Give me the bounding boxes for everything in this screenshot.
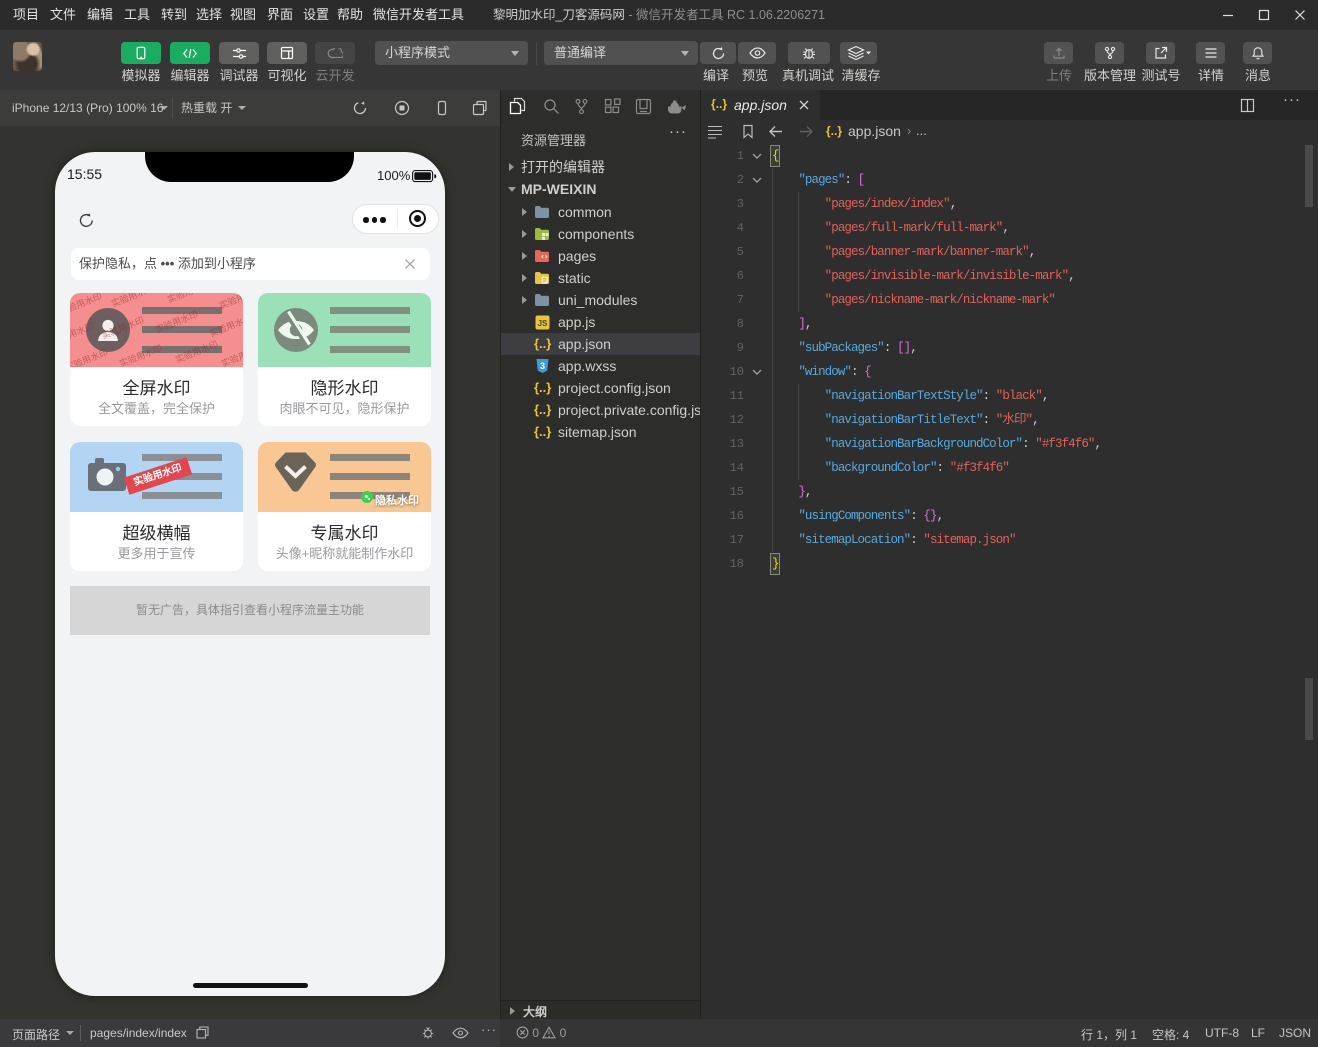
svg-text:3: 3 [540,361,545,371]
svg-text:JS: JS [538,319,548,328]
